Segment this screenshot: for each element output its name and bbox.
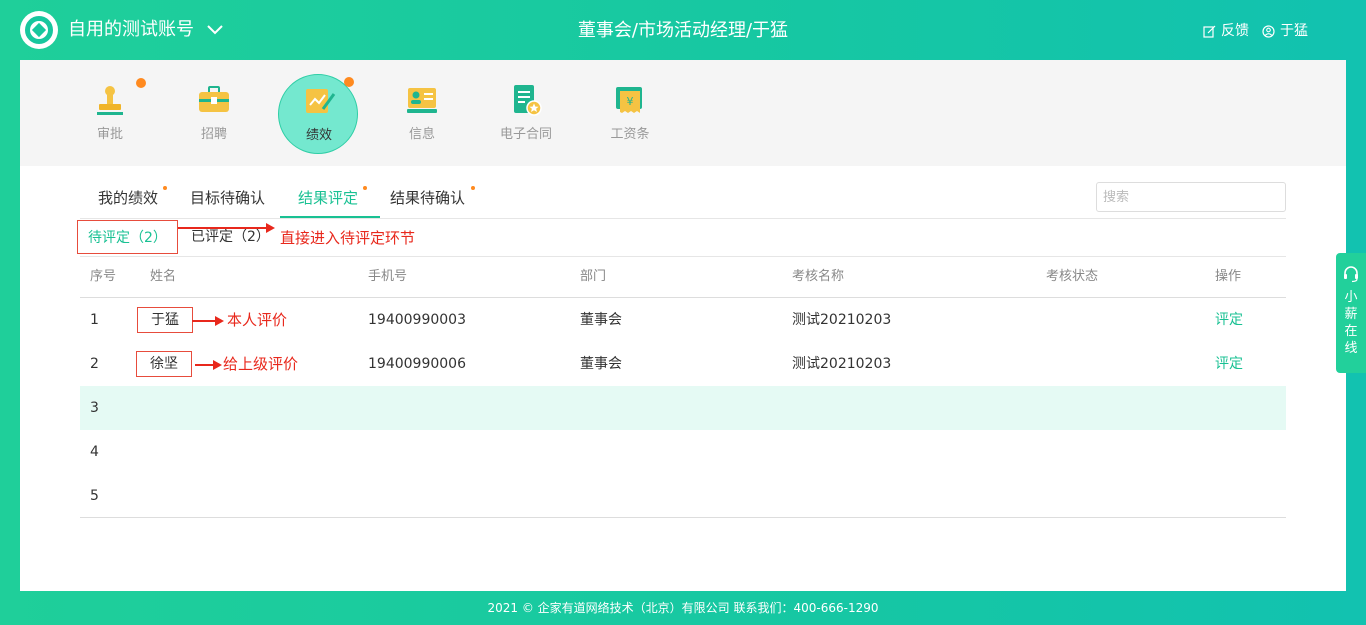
annotation-row1-note: 本人评价 [227, 311, 288, 329]
cell-department: 董事会 [580, 356, 622, 372]
tabs-divider [80, 218, 1286, 219]
cell-department: 董事会 [580, 312, 622, 328]
table-row[interactable]: 4 [80, 430, 1286, 474]
tab-notification-dot [471, 186, 475, 190]
cell-assessment: 测试20210203 [792, 356, 892, 372]
contract-document-icon [514, 85, 542, 116]
feedback-link[interactable]: 反馈 [1203, 22, 1249, 40]
app-label: 绩效 [305, 128, 332, 143]
app-label: 招聘 [200, 127, 227, 142]
annotation-arrow [178, 223, 275, 233]
search-input[interactable] [1096, 182, 1286, 212]
app-label: 电子合同 [499, 127, 552, 142]
cell-index: 1 [90, 312, 99, 328]
subtab-pending-evaluation[interactable]: 待评定（2） [77, 220, 178, 254]
annotation-arrow [195, 360, 222, 370]
tab-results-pending[interactable]: 结果待确认 [390, 178, 465, 218]
tab-my-performance[interactable]: 我的绩效 [98, 178, 158, 218]
active-tab-underline [280, 216, 380, 218]
annotation-row2-note: 给上级评价 [223, 355, 299, 373]
app-payslip[interactable]: ¥ 工资条 [590, 74, 670, 154]
svg-text:¥: ¥ [627, 95, 634, 108]
column-header-phone: 手机号 [368, 269, 408, 284]
evaluate-link[interactable]: 评定 [1215, 342, 1243, 386]
payslip-icon: ¥ [616, 87, 642, 113]
cell-index: 3 [90, 400, 99, 416]
edit-icon [1203, 25, 1216, 38]
cell-assessment: 测试20210203 [792, 312, 892, 328]
online-service-widget[interactable]: 小薪在线 [1336, 253, 1366, 373]
app-label: 工资条 [610, 127, 650, 142]
online-service-label: 小薪在线 [1344, 290, 1358, 356]
tab-goals-pending[interactable]: 目标待确认 [190, 178, 265, 218]
stamp-icon [97, 86, 123, 115]
cell-phone: 19400990003 [368, 312, 466, 328]
table-row[interactable]: 5 [80, 474, 1286, 518]
top-header: 自用的测试账号 董事会/市场活动经理/于猛 反馈 于猛 [0, 0, 1366, 60]
column-header-assessment: 考核名称 [792, 269, 845, 284]
column-header-action: 操作 [1215, 269, 1242, 284]
cell-index: 2 [90, 356, 99, 372]
user-icon [1262, 24, 1275, 38]
user-name: 于猛 [1280, 23, 1308, 39]
cell-name: 徐坚 [136, 351, 192, 377]
cell-phone: 19400990006 [368, 356, 466, 372]
tab-notification-dot [363, 186, 367, 190]
cell-name: 于猛 [137, 307, 193, 333]
cell-index: 5 [90, 488, 99, 504]
app-label: 信息 [408, 127, 435, 142]
column-header-department: 部门 [580, 269, 607, 284]
column-header-index: 序号 [90, 269, 117, 284]
app-label: 审批 [96, 127, 123, 142]
briefcase-icon [199, 86, 229, 112]
tab-notification-dot [163, 186, 167, 190]
app-info[interactable]: 信息 [382, 74, 462, 154]
user-menu[interactable]: 于猛 [1262, 22, 1308, 40]
notification-dot [344, 77, 354, 87]
performance-chart-icon [306, 89, 336, 113]
feedback-label: 反馈 [1221, 23, 1249, 39]
table-bottom-border [80, 517, 1286, 518]
annotation-subtab-note: 直接进入待评定环节 [280, 229, 416, 247]
table-row[interactable]: 3 [80, 386, 1286, 430]
tab-result-evaluation[interactable]: 结果评定 [298, 178, 358, 218]
column-header-status: 考核状态 [1046, 269, 1099, 284]
evaluate-link[interactable]: 评定 [1215, 298, 1243, 342]
cell-index: 4 [90, 444, 99, 460]
app-e-contract[interactable]: 电子合同 [486, 74, 566, 154]
app-recruit[interactable]: 招聘 [174, 74, 254, 154]
column-header-name: 姓名 [150, 269, 177, 284]
table-header: 序号 姓名 手机号 部门 考核名称 考核状态 操作 [80, 257, 1286, 298]
page-title: 董事会/市场活动经理/于猛 [577, 20, 789, 41]
headset-icon [1344, 266, 1358, 283]
profile-card-icon [407, 88, 437, 113]
annotation-arrow [192, 316, 224, 326]
footer-copyright: 2021 © 企家有道网络技术（北京）有限公司 联系我们：400-666-129… [487, 601, 879, 615]
notification-dot [136, 78, 146, 88]
app-launcher-bar: 审批 招聘 绩效 信息 电子合同 ¥ 工资条 [20, 60, 1346, 166]
table-body: 1 于猛 19400990003 董事会 测试20210203 评定 2 徐坚 … [80, 298, 1286, 518]
